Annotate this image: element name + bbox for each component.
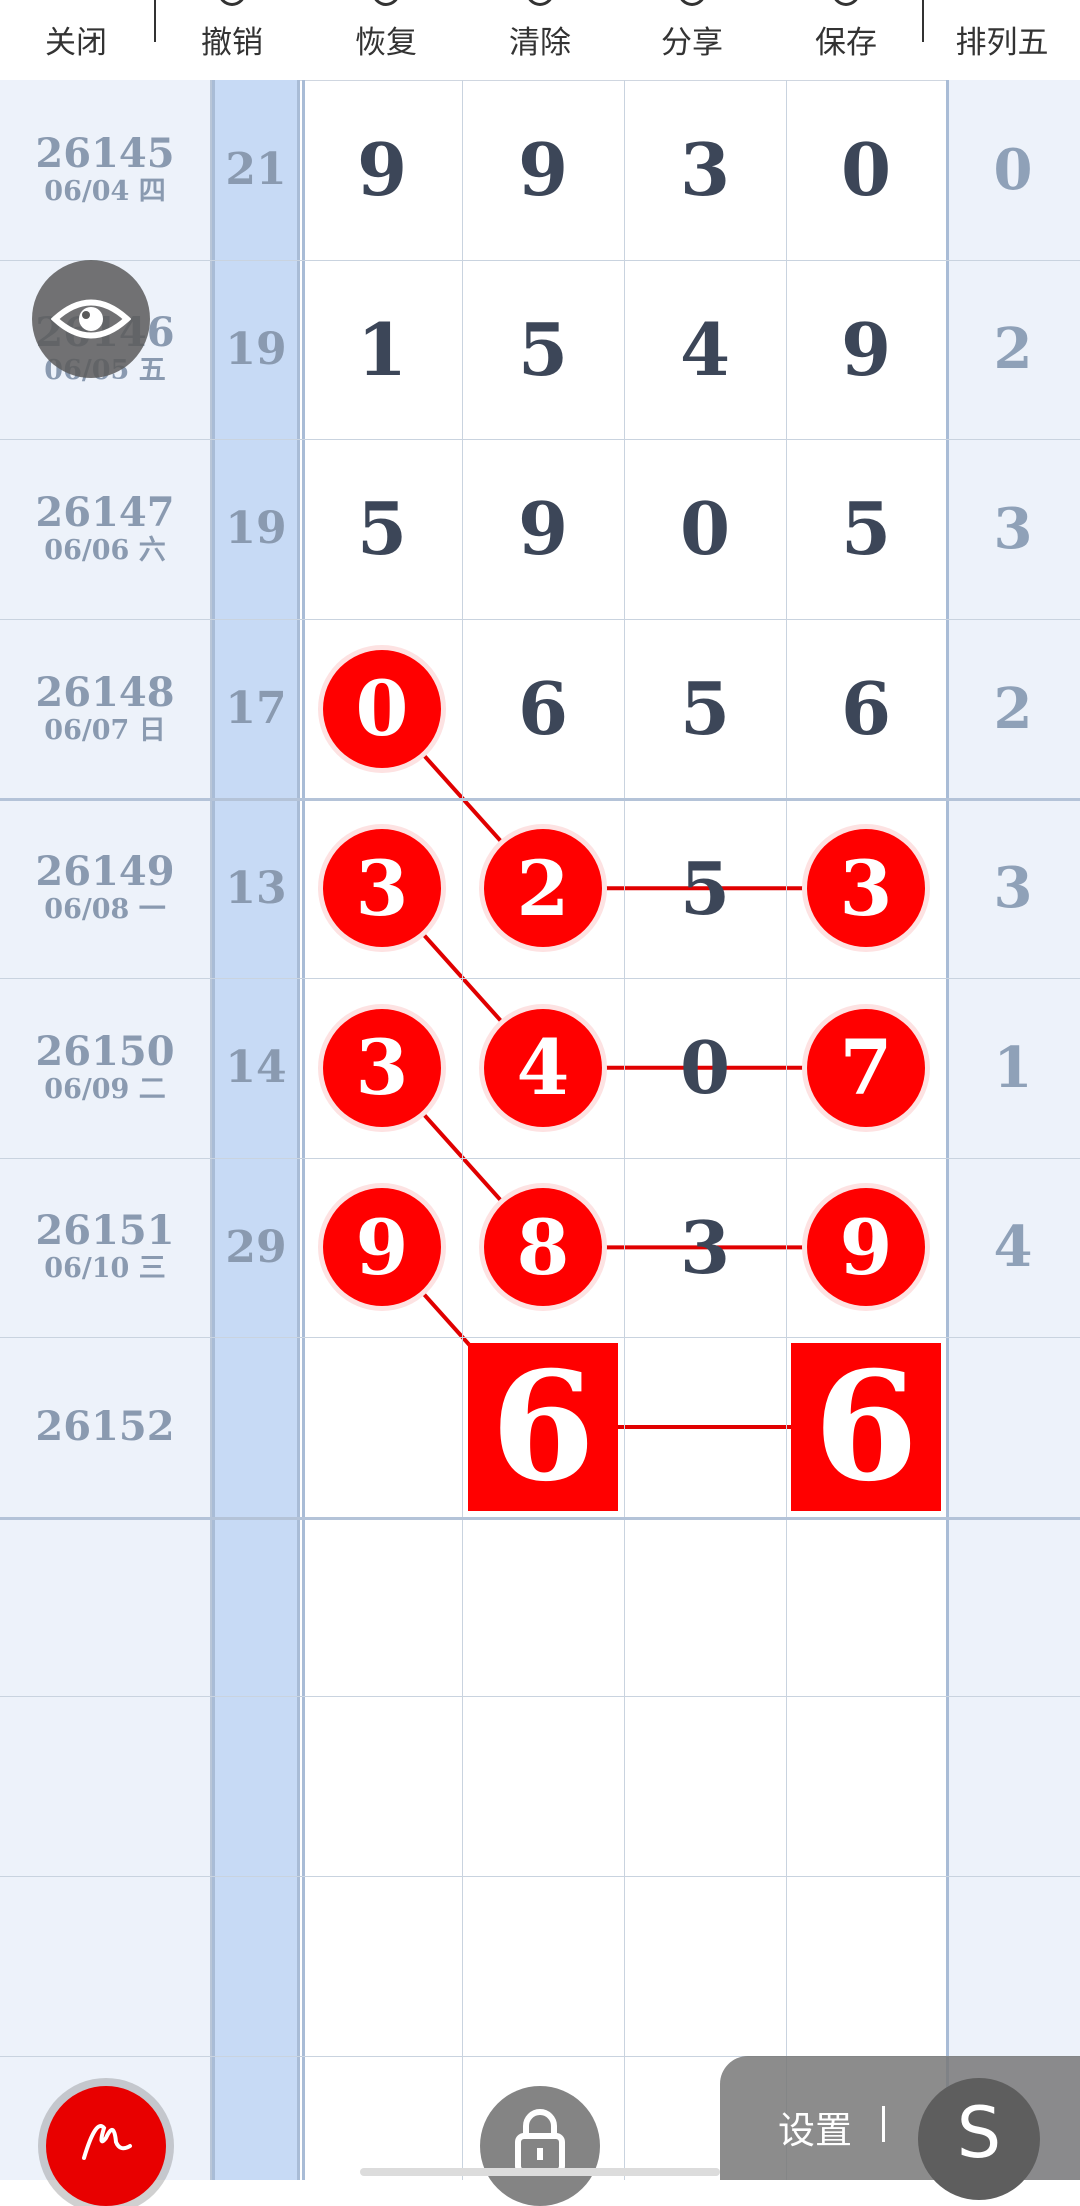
settings-divider — [882, 2106, 885, 2142]
marked-digit-ball[interactable]: 9 — [807, 1188, 925, 1307]
digit-cell[interactable]: 9 — [302, 80, 462, 260]
save-button[interactable]: 保存 — [776, 0, 916, 80]
marked-digit-ball[interactable]: 3 — [807, 829, 925, 948]
issue-date: 06/10 三 — [44, 1253, 166, 1285]
sum-value: 14 — [225, 1042, 287, 1094]
marked-digit-ball[interactable]: 4 — [484, 1008, 602, 1127]
digit-cell[interactable]: 0 — [624, 978, 786, 1158]
fifth-digit: 2 — [993, 675, 1033, 742]
digit-cell[interactable]: 6 — [462, 619, 624, 799]
issue-cell: 26152 — [0, 1337, 210, 1517]
lottery-type-button[interactable]: 排列五 — [932, 0, 1072, 80]
lock-icon — [515, 2109, 565, 2175]
lock-button[interactable] — [480, 2086, 600, 2206]
undo-button[interactable]: 撤销 — [162, 0, 302, 80]
s-button[interactable]: S — [918, 2078, 1040, 2200]
grid-hline — [0, 1696, 1080, 1697]
digit-cell[interactable]: 3 — [624, 80, 786, 260]
issue-date: 06/09 二 — [44, 1073, 166, 1105]
pen-icon — [82, 2124, 132, 2160]
digit-cell[interactable]: 9 — [462, 80, 624, 260]
digit-cell[interactable]: 0 — [624, 439, 786, 619]
save-icon — [832, 0, 860, 6]
toolbar-divider — [154, 0, 156, 42]
grid-hline — [0, 1517, 1080, 1520]
fifth-digit: 2 — [993, 316, 1033, 383]
close-button[interactable]: 关闭 — [6, 0, 146, 80]
digit-cell[interactable]: 5 — [624, 798, 786, 978]
digit-cell[interactable]: 9 — [462, 439, 624, 619]
chart-grid[interactable]: 2614506/04 四21099302614606/05 五192154926… — [0, 80, 1080, 2180]
eye-icon — [51, 299, 131, 339]
issue-number: 26151 — [35, 1207, 175, 1255]
issue-number: 26147 — [35, 488, 175, 536]
grid-hline — [0, 1876, 1080, 1877]
settings-label[interactable]: 设置 — [778, 2100, 852, 2154]
redo-icon — [372, 0, 400, 6]
sum-value: 17 — [225, 683, 287, 735]
sum-value: 21 — [225, 144, 287, 196]
issue-cell: 26148 06/07 日 — [0, 619, 210, 799]
digit-cell[interactable]: 5 — [624, 619, 786, 799]
digit-cell[interactable]: 5 — [302, 439, 462, 619]
marked-digit-ball[interactable]: 8 — [484, 1188, 602, 1307]
sum-value: 13 — [225, 862, 287, 914]
issue-number: 26145 — [35, 129, 175, 177]
digit-cell[interactable]: 1 — [302, 260, 462, 440]
issue-date: 06/08 一 — [44, 894, 166, 926]
issue-cell: 26145 06/04 四 — [0, 80, 210, 260]
predicted-digit[interactable]: 6 — [791, 1343, 941, 1512]
toolbar: 关闭 撤销 恢复 清除 分享 保存 排列五 — [0, 0, 1080, 81]
marked-digit-ball[interactable]: 3 — [323, 1008, 441, 1127]
issue-number: 26149 — [35, 848, 175, 896]
fifth-digit: 3 — [993, 855, 1033, 922]
fifth-digit: 0 — [993, 136, 1033, 203]
marked-digit-ball[interactable]: 2 — [484, 829, 602, 948]
issue-cell: 26150 06/09 二 — [0, 978, 210, 1158]
digit-cell[interactable]: 6 — [786, 619, 946, 799]
digit-cell[interactable]: 5 — [462, 260, 624, 440]
fifth-digit: 3 — [993, 495, 1033, 562]
predicted-digit[interactable]: 6 — [468, 1343, 618, 1512]
issue-date: 06/07 日 — [44, 714, 166, 746]
digit-cell[interactable]: 9 — [786, 260, 946, 440]
sum-value: 29 — [225, 1221, 287, 1273]
issue-date: 06/06 六 — [44, 534, 166, 566]
fifth-digit: 4 — [993, 1214, 1033, 1281]
digit-cell[interactable]: 5 — [786, 439, 946, 619]
redo-button[interactable]: 恢复 — [316, 0, 456, 80]
share-button[interactable]: 分享 — [622, 0, 762, 80]
draw-pen-button[interactable] — [46, 2086, 166, 2206]
digit-cell[interactable]: 4 — [624, 260, 786, 440]
visibility-toggle-button[interactable] — [32, 260, 150, 378]
fifth-digit: 1 — [993, 1034, 1033, 1101]
clear-button[interactable]: 清除 — [470, 0, 610, 80]
marked-digit-ball[interactable]: 9 — [323, 1188, 441, 1307]
clear-icon — [526, 0, 554, 6]
settings-panel[interactable]: 设置 S — [720, 2056, 1080, 2200]
issue-cell: 26147 06/06 六 — [0, 439, 210, 619]
issue-number: 26152 — [35, 1402, 175, 1450]
home-indicator — [360, 2168, 720, 2176]
share-icon — [678, 0, 706, 6]
issue-cell: 26149 06/08 一 — [0, 798, 210, 978]
undo-icon — [218, 0, 246, 6]
digit-cell[interactable]: 3 — [624, 1158, 786, 1338]
sum-value: 19 — [225, 323, 287, 375]
marked-digit-ball[interactable]: 3 — [323, 829, 441, 948]
marked-digit-ball[interactable]: 0 — [323, 649, 441, 768]
issue-number: 26150 — [35, 1027, 175, 1075]
issue-number: 26148 — [35, 668, 175, 716]
toolbar-divider — [922, 0, 924, 42]
issue-cell: 26151 06/10 三 — [0, 1158, 210, 1338]
marked-digit-ball[interactable]: 7 — [807, 1008, 925, 1127]
sum-value: 19 — [225, 503, 287, 555]
digit-cell[interactable]: 0 — [786, 80, 946, 260]
issue-date: 06/04 四 — [44, 175, 166, 207]
